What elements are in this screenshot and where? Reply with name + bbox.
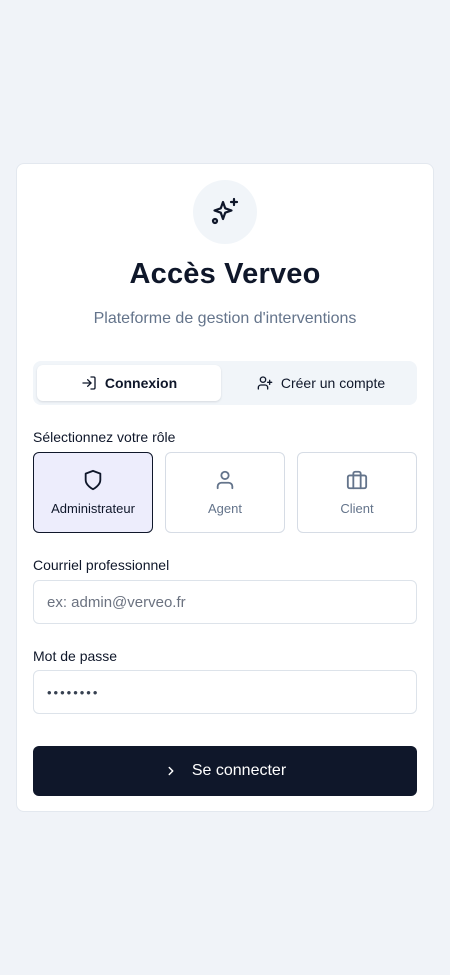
user-plus-icon (257, 375, 273, 391)
role-agent-label: Agent (208, 501, 242, 516)
briefcase-icon (346, 469, 368, 491)
login-button-label: Se connecter (191, 762, 287, 779)
role-agent[interactable]: Agent (165, 452, 285, 533)
password-mask: •••••••• (47, 684, 100, 700)
password-field[interactable]: •••••••• (33, 670, 417, 714)
role-label: Sélectionnez votre rôle (33, 429, 176, 445)
sparkles-icon (208, 195, 242, 229)
role-client-label: Client (340, 501, 374, 516)
role-client[interactable]: Client (297, 452, 417, 533)
shield-icon (82, 469, 104, 491)
role-administrateur-label: Administrateur (51, 501, 135, 516)
role-administrateur[interactable]: Administrateur (33, 452, 153, 533)
tab-connexion[interactable]: Connexion (37, 365, 221, 401)
log-in-icon (81, 375, 97, 391)
tab-connexion-label: Connexion (104, 375, 178, 391)
tab-creer-compte[interactable]: Créer un compte (229, 365, 413, 401)
user-icon (214, 469, 236, 491)
password-label: Mot de passe (33, 648, 118, 664)
page-subtitle: Plateforme de gestion d'interventions (93, 310, 357, 327)
page-title: Accès Verveo (129, 258, 321, 290)
tab-creer-compte-label: Créer un compte (280, 375, 386, 391)
email-label: Courriel professionnel (33, 557, 170, 573)
login-button[interactable]: Se connecter (33, 746, 417, 796)
auth-tabs: Connexion Créer un compte (33, 361, 417, 405)
login-card: Accès Verveo Plateforme de gestion d'int… (16, 163, 434, 812)
logo-badge (193, 180, 257, 244)
email-field[interactable] (33, 580, 417, 624)
chevron-right-icon (164, 764, 178, 778)
